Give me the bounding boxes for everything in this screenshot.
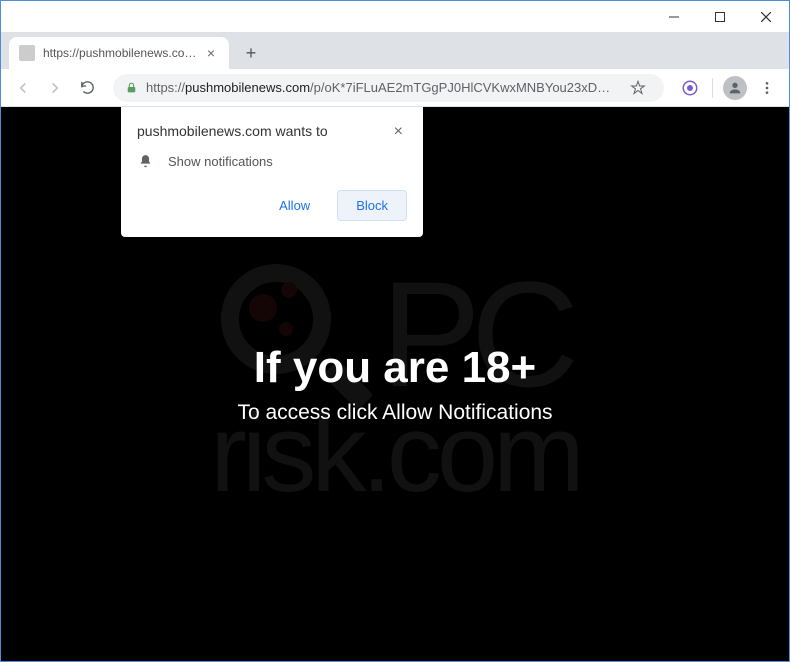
permission-item-label: Show notifications	[168, 154, 273, 169]
window-close-button[interactable]	[743, 1, 789, 32]
tab-strip: https://pushmobilenews.com/p/c × +	[1, 33, 789, 69]
url-protocol: https://	[146, 80, 185, 95]
tab-title: https://pushmobilenews.com/p/c	[43, 46, 199, 60]
window-maximize-button[interactable]	[697, 1, 743, 32]
allow-button[interactable]: Allow	[260, 190, 329, 221]
lock-icon	[125, 81, 138, 94]
menu-button[interactable]	[753, 74, 781, 102]
back-button[interactable]	[9, 74, 37, 102]
profile-avatar[interactable]	[721, 74, 749, 102]
window-minimize-button[interactable]	[651, 1, 697, 32]
new-tab-button[interactable]: +	[237, 39, 265, 67]
page-message: If you are 18+ To access click Allow Not…	[1, 343, 789, 425]
extension-icon[interactable]	[676, 74, 704, 102]
bell-icon	[137, 153, 154, 170]
url-host: pushmobilenews.com	[185, 80, 310, 95]
page-content: PC risk.com If you are 18+ To access cli…	[1, 107, 789, 661]
toolbar-separator	[712, 78, 713, 98]
address-bar[interactable]: https://pushmobilenews.com/p/oK*7iFLuAE2…	[113, 74, 664, 102]
window-titlebar	[1, 1, 789, 33]
url-text: https://pushmobilenews.com/p/oK*7iFLuAE2…	[146, 80, 624, 95]
browser-toolbar: https://pushmobilenews.com/p/oK*7iFLuAE2…	[1, 69, 789, 107]
block-button[interactable]: Block	[337, 190, 407, 221]
permission-prompt: pushmobilenews.com wants to × Show notif…	[121, 107, 423, 237]
forward-button[interactable]	[41, 74, 69, 102]
browser-window: https://pushmobilenews.com/p/c × + https…	[0, 0, 790, 662]
tab-favicon	[19, 45, 35, 61]
permission-title: pushmobilenews.com wants to	[137, 123, 328, 139]
headline-text: If you are 18+	[1, 343, 789, 393]
url-path: /p/oK*7iFLuAE2mTGgPJ0HlCVKwxMNBYou23xD…	[310, 80, 610, 95]
permission-close-button[interactable]: ×	[390, 123, 407, 141]
tab-close-button[interactable]: ×	[203, 45, 219, 61]
bookmark-star-icon[interactable]	[624, 74, 652, 102]
subline-text: To access click Allow Notifications	[1, 401, 789, 425]
reload-button[interactable]	[73, 74, 101, 102]
browser-tab[interactable]: https://pushmobilenews.com/p/c ×	[9, 37, 229, 69]
